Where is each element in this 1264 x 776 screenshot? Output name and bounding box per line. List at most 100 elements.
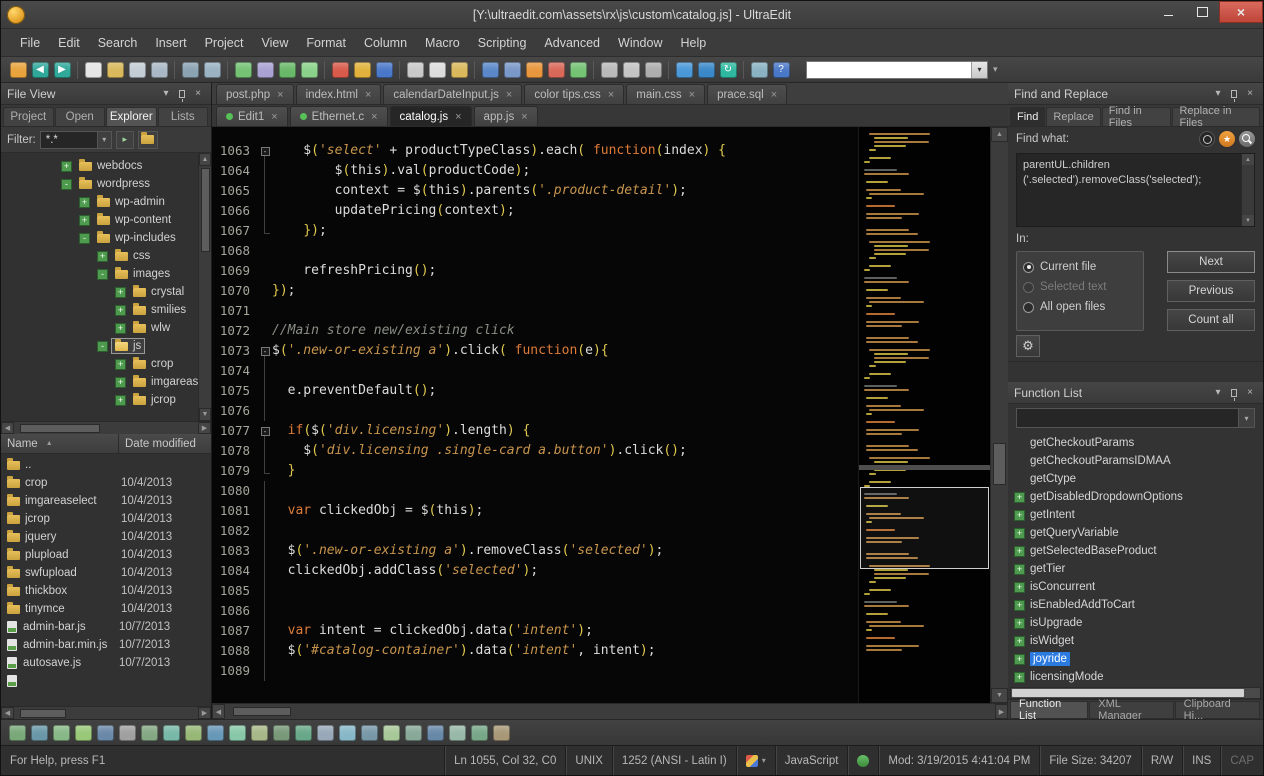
bottom-toolbar-icon[interactable]: [163, 725, 180, 741]
menu-item-help[interactable]: Help: [671, 32, 715, 54]
scroll-left-icon[interactable]: ◀: [1, 422, 14, 434]
tree-item-wp-admin[interactable]: +wp-admin: [1, 193, 198, 211]
new-file-icon[interactable]: [10, 62, 27, 78]
function-list-horizontal-scrollbar[interactable]: [1010, 687, 1261, 699]
tree-item-images[interactable]: -images: [1, 265, 198, 283]
close-tab-icon[interactable]: ×: [521, 111, 527, 123]
panel-tab-xml-manager[interactable]: XML Manager: [1089, 701, 1173, 719]
tree-horizontal-scrollbar[interactable]: ◀ ▶: [1, 421, 211, 434]
table-mode-icon[interactable]: [235, 62, 252, 78]
toolbar-overflow-icon[interactable]: ▾: [993, 64, 998, 75]
pin-icon[interactable]: [1227, 87, 1241, 101]
document-tab-prace-sql[interactable]: prace.sql×: [707, 84, 787, 104]
collapse-icon[interactable]: -: [61, 179, 72, 190]
tree-item-js[interactable]: -js: [1, 337, 198, 355]
tile-windows-icon[interactable]: [601, 62, 618, 78]
function-item-getqueryvariable[interactable]: +getQueryVariable: [1014, 524, 1263, 542]
scroll-down-icon[interactable]: ▼: [991, 688, 1008, 703]
status-caps-lock[interactable]: CAP: [1220, 746, 1263, 775]
panel-close-icon[interactable]: ×: [191, 87, 205, 101]
collapse-icon[interactable]: -: [79, 233, 90, 244]
scrollbar-thumb[interactable]: [1012, 689, 1244, 697]
replace-icon[interactable]: [504, 62, 521, 78]
function-item-getdisableddropdownoptions[interactable]: +getDisabledDropdownOptions: [1014, 488, 1263, 506]
document-tab-edit1[interactable]: Edit1×: [216, 106, 288, 126]
bottom-toolbar-icon[interactable]: [251, 725, 268, 741]
status-insert-mode[interactable]: INS: [1182, 746, 1220, 775]
new-document-icon[interactable]: [85, 62, 102, 78]
minimap[interactable]: [858, 127, 990, 703]
scrollbar-thumb[interactable]: [201, 168, 210, 252]
macro-play-icon[interactable]: [570, 62, 587, 78]
search-icon[interactable]: [1239, 131, 1255, 147]
file-view-tab-explorer[interactable]: Explorer: [106, 107, 157, 126]
copy-icon[interactable]: [429, 62, 446, 78]
close-tab-icon[interactable]: ×: [608, 89, 614, 101]
bottom-toolbar-icon[interactable]: [339, 725, 356, 741]
find-tab-find-in-files[interactable]: Find in Files: [1102, 107, 1172, 126]
function-item-licensingmode[interactable]: +licensingMode: [1014, 668, 1263, 686]
file-list-row[interactable]: plupload10/4/2013: [1, 546, 211, 564]
menu-item-macro[interactable]: Macro: [416, 32, 469, 54]
find-tab-find[interactable]: Find: [1010, 107, 1045, 126]
fold-collapse-icon[interactable]: -: [261, 147, 270, 156]
bookmark-red-icon[interactable]: [332, 62, 349, 78]
browse-folder-button[interactable]: [138, 131, 158, 149]
web-search-icon[interactable]: [698, 62, 715, 78]
function-item-getintent[interactable]: +getIntent: [1014, 506, 1263, 524]
status-highlight-cell[interactable]: ▾: [736, 746, 775, 775]
save-all-icon[interactable]: [151, 62, 168, 78]
code-editor[interactable]: 1063- $('select' + productTypeClass).eac…: [212, 127, 858, 703]
column-mode-icon[interactable]: [257, 62, 274, 78]
file-view-tab-open[interactable]: Open: [55, 107, 106, 126]
find-input-scrollbar[interactable]: ▲ ▼: [1241, 154, 1254, 226]
bottom-toolbar-icon[interactable]: [405, 725, 422, 741]
find-tab-replace-in-files[interactable]: Replace in Files: [1172, 107, 1260, 126]
expand-icon[interactable]: +: [1014, 618, 1025, 629]
scrollbar-thumb[interactable]: [993, 443, 1006, 485]
folder-tree[interactable]: +webdocs-wordpress+wp-admin+wp-content-w…: [1, 153, 198, 421]
editor-vertical-scrollbar[interactable]: ▲ ▼: [990, 127, 1008, 703]
pin-icon[interactable]: [1227, 386, 1241, 400]
open-file-icon[interactable]: [107, 62, 124, 78]
status-tool-cell[interactable]: [847, 746, 878, 775]
function-filter-input[interactable]: ▾: [1016, 408, 1255, 428]
function-item-gettier[interactable]: +getTier: [1014, 560, 1263, 578]
file-list-row[interactable]: [1, 672, 211, 690]
menu-item-window[interactable]: Window: [609, 32, 671, 54]
expand-icon[interactable]: +: [115, 323, 126, 334]
menu-item-advanced[interactable]: Advanced: [535, 32, 609, 54]
file-list-row[interactable]: swfupload10/4/2013: [1, 564, 211, 582]
hex-mode-icon[interactable]: [279, 62, 296, 78]
status-read-write[interactable]: R/W: [1141, 746, 1182, 775]
scroll-right-icon[interactable]: ▶: [995, 704, 1008, 719]
expand-icon[interactable]: +: [115, 287, 126, 298]
expand-icon[interactable]: +: [1014, 528, 1025, 539]
file-list-row[interactable]: ..: [1, 456, 211, 474]
macro-record-icon[interactable]: [548, 62, 565, 78]
bottom-toolbar-icon[interactable]: [207, 725, 224, 741]
file-list-row[interactable]: jquery10/4/2013: [1, 528, 211, 546]
file-list-row[interactable]: jcrop10/4/2013: [1, 510, 211, 528]
bottom-toolbar-icon[interactable]: [119, 725, 136, 741]
bottom-toolbar-icon[interactable]: [361, 725, 378, 741]
close-tab-icon[interactable]: ×: [455, 111, 461, 123]
expand-icon[interactable]: +: [1014, 636, 1025, 647]
gear-icon[interactable]: ⚙: [1016, 335, 1040, 357]
close-button[interactable]: ×: [1219, 1, 1263, 23]
scroll-right-icon[interactable]: ▶: [198, 422, 211, 434]
expand-icon[interactable]: +: [1014, 654, 1025, 665]
function-list[interactable]: getCheckoutParamsgetCheckoutParamsIDMAAg…: [1008, 432, 1263, 687]
close-tab-icon[interactable]: ×: [371, 111, 377, 123]
expand-icon[interactable]: +: [61, 161, 72, 172]
expand-icon[interactable]: +: [115, 305, 126, 316]
expand-icon[interactable]: +: [1014, 564, 1025, 575]
scroll-down-icon[interactable]: ▼: [199, 408, 211, 421]
function-item-isconcurrent[interactable]: +isConcurrent: [1014, 578, 1263, 596]
function-item-isenabledaddtocart[interactable]: +isEnabledAddToCart: [1014, 596, 1263, 614]
tree-item-wlw[interactable]: +wlw: [1, 319, 198, 337]
file-list-row[interactable]: admin-bar.js10/7/2013: [1, 618, 211, 636]
document-tab-index-html[interactable]: index.html×: [296, 84, 382, 104]
collapse-icon[interactable]: -: [97, 341, 108, 352]
scrollbar-thumb[interactable]: [233, 707, 291, 716]
